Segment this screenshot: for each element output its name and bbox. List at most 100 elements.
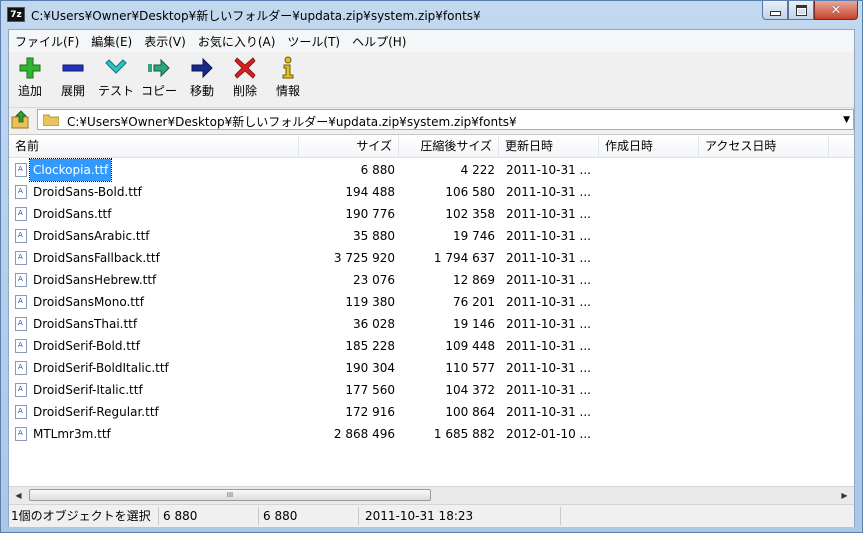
window-controls: ✕ (762, 1, 858, 21)
file-name: DroidSerif-Italic.ttf (33, 383, 143, 397)
file-row[interactable]: DroidSans-Bold.ttf 194 488 106 580 2011-10-… (9, 181, 854, 203)
title-bar[interactable]: 7z C:¥Users¥Owner¥Desktop¥新しいフォルダー¥updat… (1, 1, 862, 29)
menu-tools[interactable]: ツール(T) (281, 33, 346, 50)
file-size: 119 380 (345, 295, 395, 309)
copy-button[interactable]: コピー (138, 56, 180, 104)
info-label: 情報 (275, 84, 300, 98)
address-path-field[interactable]: C:¥Users¥Owner¥Desktop¥新しいフォルダー¥updata.z… (37, 109, 854, 130)
column-header-modified[interactable]: 更新日時 (499, 135, 599, 157)
file-row[interactable]: DroidSansThai.ttf 36 028 19 146 2011-10-31 … (9, 313, 854, 335)
add-label: 追加 (17, 84, 42, 98)
font-file-icon (15, 317, 27, 331)
file-name: DroidSerif-Regular.ttf (33, 405, 159, 419)
file-name: DroidSansFallback.ttf (33, 251, 160, 265)
file-modified: 2011-10-31 ... (506, 185, 591, 199)
move-button[interactable]: 移動 (181, 56, 223, 104)
7zip-app-icon[interactable]: 7z (7, 7, 25, 22)
column-header-accessed[interactable]: アクセス日時 (699, 135, 829, 157)
add-button[interactable]: 追加 (9, 56, 51, 104)
app-window: 7z C:¥Users¥Owner¥Desktop¥新しいフォルダー¥updat… (0, 0, 863, 533)
file-size: 177 560 (345, 383, 395, 397)
file-name: MTLmr3m.ttf (33, 427, 111, 441)
file-name: DroidSerif-BoldItalic.ttf (33, 361, 169, 375)
file-size: 190 304 (345, 361, 395, 375)
file-name: DroidSansArabic.ttf (33, 229, 150, 243)
delete-label: 削除 (232, 84, 257, 98)
font-file-icon (15, 207, 27, 221)
delete-x-icon (234, 57, 256, 79)
file-modified: 2011-10-31 ... (506, 229, 591, 243)
column-header-name[interactable]: 名前 (9, 135, 299, 157)
file-modified: 2012-01-10 ... (506, 427, 591, 441)
dropdown-arrow-icon[interactable]: ▼ (843, 115, 850, 125)
file-row[interactable]: DroidSerif-Regular.ttf 172 916 100 864 2011… (9, 401, 854, 423)
file-row[interactable]: DroidSerif-BoldItalic.ttf 190 304 110 577 2… (9, 357, 854, 379)
folder-icon (43, 114, 59, 126)
column-header-size[interactable]: サイズ (299, 135, 399, 157)
file-row[interactable]: DroidSansArabic.ttf 35 880 19 746 2011-10-3… (9, 225, 854, 247)
menu-edit[interactable]: 編集(E) (85, 33, 138, 50)
info-icon (282, 56, 294, 79)
file-packed-size: 1 794 637 (433, 251, 495, 265)
close-button[interactable]: ✕ (814, 1, 858, 20)
file-packed-size: 76 201 (453, 295, 495, 309)
file-size: 185 228 (345, 339, 395, 353)
file-name: DroidSansHebrew.ttf (33, 273, 157, 287)
file-row[interactable]: MTLmr3m.ttf 2 868 496 1 685 882 2012-01-10 … (9, 423, 854, 445)
maximize-button[interactable] (788, 1, 814, 20)
file-packed-size: 102 358 (445, 207, 495, 221)
test-label: テスト (97, 84, 134, 98)
file-size: 194 488 (345, 185, 395, 199)
status-size: 6 880 (161, 507, 259, 525)
menu-favorites[interactable]: お気に入り(A) (192, 33, 282, 50)
main-client-area: ファイル(F) 編集(E) 表示(V) お気に入り(A) ツール(T) ヘルプ(… (8, 29, 855, 527)
file-row[interactable]: DroidSans.ttf 190 776 102 358 2011-10-31 ..… (9, 203, 854, 225)
file-name: Clockopia.ttf (28, 158, 113, 182)
file-size: 190 776 (345, 207, 395, 221)
up-folder-icon[interactable] (11, 110, 31, 130)
file-packed-size: 12 869 (453, 273, 495, 287)
file-row[interactable]: DroidSerif-Bold.ttf 185 228 109 448 2011-10… (9, 335, 854, 357)
file-name: DroidSansThai.ttf (33, 317, 138, 331)
file-row[interactable]: Clockopia.ttf 6 880 4 222 2011-10-31 ... (9, 158, 854, 182)
info-button[interactable]: 情報 (267, 56, 309, 104)
file-modified: 2011-10-31 ... (506, 273, 591, 287)
file-modified: 2011-10-31 ... (506, 339, 591, 353)
file-name: DroidSans-Bold.ttf (33, 185, 142, 199)
file-name: DroidSans.ttf (33, 207, 112, 221)
close-icon: ✕ (830, 2, 842, 18)
font-file-icon (15, 251, 27, 265)
file-packed-size: 100 864 (445, 405, 495, 419)
font-file-icon (15, 185, 27, 199)
menu-help[interactable]: ヘルプ(H) (346, 33, 412, 50)
file-packed-size: 104 372 (445, 383, 495, 397)
font-file-icon (15, 405, 27, 419)
minimize-button[interactable] (762, 1, 788, 20)
file-packed-size: 106 580 (445, 185, 495, 199)
column-header-created[interactable]: 作成日時 (599, 135, 699, 157)
scroll-thumb[interactable]: III (29, 489, 431, 501)
test-button[interactable]: テスト (95, 56, 137, 104)
toolbar: 追加 展開 テスト コピー 移動 削除 情報 (9, 52, 854, 108)
scroll-left-icon[interactable]: ◀ (11, 489, 26, 502)
copy-label: コピー (140, 84, 177, 98)
extract-button[interactable]: 展開 (52, 56, 94, 104)
file-row[interactable]: DroidSansHebrew.ttf 23 076 12 869 2011-10-3… (9, 269, 854, 291)
menu-view[interactable]: 表示(V) (138, 33, 192, 50)
menu-file[interactable]: ファイル(F) (9, 33, 85, 50)
column-header-packed-size[interactable]: 圧縮後サイズ (399, 135, 499, 157)
file-packed-size: 19 746 (453, 229, 495, 243)
file-size: 2 868 496 (333, 427, 395, 441)
scroll-right-icon[interactable]: ▶ (837, 489, 852, 502)
menu-bar: ファイル(F) 編集(E) 表示(V) お気に入り(A) ツール(T) ヘルプ(… (9, 30, 854, 52)
file-row[interactable]: DroidSansMono.ttf 119 380 76 201 2011-10-31… (9, 291, 854, 313)
file-size: 36 028 (353, 317, 395, 331)
file-row[interactable]: DroidSerif-Italic.ttf 177 560 104 372 2011-… (9, 379, 854, 401)
copy-arrow-icon (148, 58, 170, 78)
status-selection: 1個のオブジェクトを選択 (9, 507, 159, 525)
file-modified: 2011-10-31 ... (506, 163, 591, 177)
file-row[interactable]: DroidSansFallback.ttf 3 725 920 1 794 637 2… (9, 247, 854, 269)
font-file-icon (15, 295, 27, 309)
horizontal-scrollbar[interactable]: ◀ III ▶ (9, 486, 854, 504)
delete-button[interactable]: 削除 (224, 56, 266, 104)
